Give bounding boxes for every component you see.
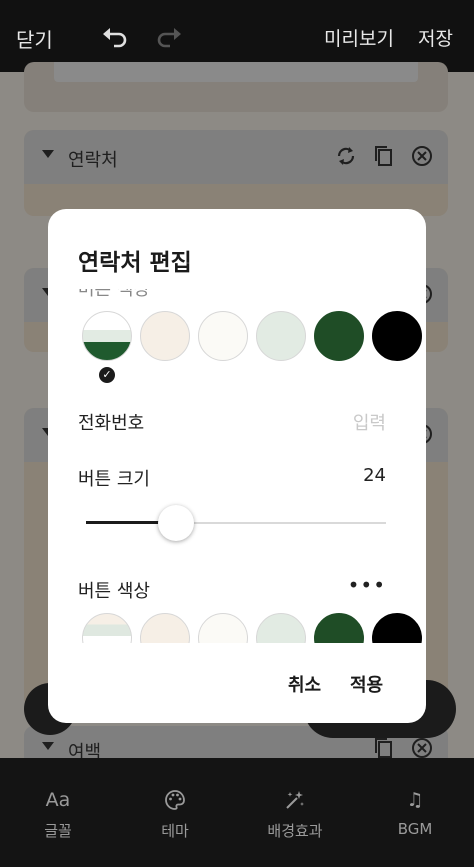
save-button[interactable]: 저장 [418, 24, 453, 51]
nav-item-font[interactable]: Aa 글꼴 [13, 786, 103, 841]
button-color-label: 버튼 색상 [78, 581, 150, 602]
nav-item-label: 글꼴 [44, 822, 72, 840]
bottom-nav: Aa 글꼴 테마 배경효과 ♫ BGM [0, 758, 474, 867]
copy-icon[interactable] [372, 144, 396, 168]
delete-circle-icon[interactable] [410, 736, 434, 760]
collapse-caret-icon[interactable] [42, 742, 54, 750]
palette-icon [130, 786, 220, 814]
cancel-button[interactable]: 취소 [288, 671, 321, 697]
selected-check-icon: ✓ [99, 367, 115, 383]
dialog-scroll-area[interactable]: 버튼 색상 ✓ 전화번호 입력 버튼 크기 24 버튼 색상 ••• [48, 289, 426, 643]
sparkle-icon [250, 786, 340, 814]
swatch-black[interactable] [372, 613, 422, 643]
swatch-forest[interactable] [314, 613, 364, 643]
swatch-black[interactable] [372, 311, 422, 361]
button-size-row: 버튼 크기 24 [78, 465, 386, 491]
nav-item-label: BGM [397, 820, 433, 838]
button-size-value: 24 [363, 465, 386, 486]
previous-card-content [54, 62, 418, 82]
more-options-icon[interactable]: ••• [348, 573, 386, 597]
nav-item-bgm[interactable]: ♫ BGM [370, 786, 460, 838]
phone-label: 전화번호 [78, 413, 145, 434]
button-swatch-row [82, 613, 426, 643]
scrolled-off-label: 버튼 색상 [78, 289, 278, 301]
theme-swatch-row [82, 311, 426, 363]
scrolled-off-label-text: 버튼 색상 [78, 289, 150, 300]
swatch-forest[interactable] [314, 311, 364, 361]
swatch-stripe-cream[interactable] [82, 613, 132, 643]
collapse-caret-icon[interactable] [42, 150, 54, 158]
copy-icon[interactable] [372, 736, 396, 760]
nav-item-label: 테마 [161, 822, 189, 840]
button-color-row: 버튼 색상 ••• [78, 573, 386, 603]
music-note-icon: ♫ [406, 789, 424, 811]
slider-thumb[interactable] [158, 505, 194, 541]
swatch-stripe-green[interactable] [82, 311, 132, 361]
phone-row: 전화번호 입력 [78, 409, 386, 435]
apply-button[interactable]: 적용 [350, 671, 383, 697]
edit-contact-dialog: 연락처 편집 버튼 색상 ✓ 전화번호 입력 버튼 크기 24 버튼 색상 ••… [48, 209, 426, 723]
contact-card-title: 연락처 [68, 150, 118, 171]
contact-card-header[interactable]: 연락처 [24, 130, 448, 184]
dialog-actions: 취소 적용 [48, 669, 426, 699]
swatch-ivory[interactable] [198, 311, 248, 361]
button-size-label: 버튼 크기 [78, 469, 150, 490]
previous-card [24, 62, 448, 112]
swatch-cream[interactable] [140, 613, 190, 643]
refresh-icon[interactable] [334, 144, 358, 168]
nav-item-theme[interactable]: 테마 [130, 786, 220, 841]
close-button[interactable]: 닫기 [16, 24, 53, 53]
swatch-mint[interactable] [256, 311, 306, 361]
undo-icon[interactable] [102, 26, 128, 48]
swatch-cream[interactable] [140, 311, 190, 361]
contact-card[interactable]: 연락처 [24, 130, 448, 216]
swatch-ivory[interactable] [198, 613, 248, 643]
swatch-mint[interactable] [256, 613, 306, 643]
dialog-title: 연락처 편집 [78, 250, 192, 276]
delete-circle-icon[interactable] [410, 144, 434, 168]
redo-icon[interactable] [156, 26, 182, 48]
button-size-slider[interactable] [86, 505, 386, 541]
nav-item-label: 배경효과 [267, 822, 323, 840]
preview-button[interactable]: 미리보기 [324, 24, 394, 51]
phone-input[interactable]: 입력 [353, 409, 386, 435]
font-icon: Aa [45, 789, 71, 811]
nav-item-background-effect[interactable]: 배경효과 [250, 786, 340, 841]
